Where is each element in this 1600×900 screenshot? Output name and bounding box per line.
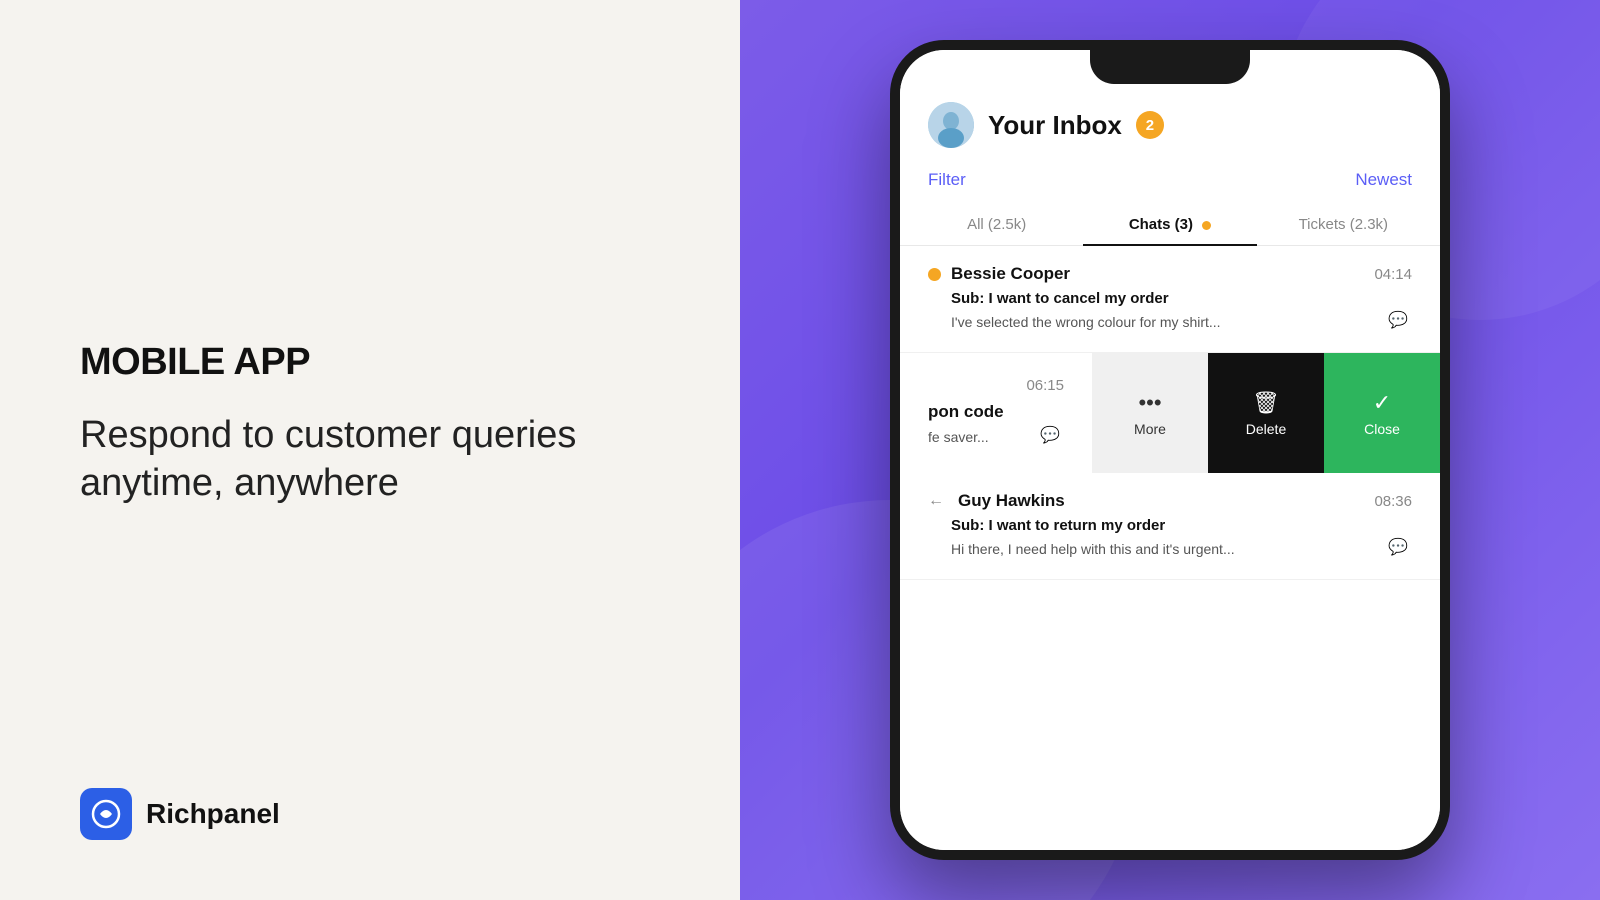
conv-time-2: 08:36 bbox=[1374, 493, 1412, 510]
right-panel: Your Inbox 2 Filter Newest All (2.5k) Ch… bbox=[740, 0, 1600, 900]
filter-button[interactable]: Filter bbox=[928, 170, 966, 190]
conv-sender: Bessie Cooper bbox=[928, 264, 1070, 284]
delete-label: Delete bbox=[1246, 421, 1286, 437]
phone-mockup: Your Inbox 2 Filter Newest All (2.5k) Ch… bbox=[890, 40, 1450, 860]
brand-area: Richpanel bbox=[80, 788, 660, 840]
swipe-time: 06:15 bbox=[928, 377, 1064, 394]
newest-button[interactable]: Newest bbox=[1355, 170, 1412, 190]
tab-tickets[interactable]: Tickets (2.3k) bbox=[1257, 204, 1430, 245]
tabs-bar: All (2.5k) Chats (3) Tickets (2.3k) bbox=[900, 204, 1440, 246]
richpanel-logo-icon bbox=[90, 798, 122, 830]
phone-content: Your Inbox 2 Filter Newest All (2.5k) Ch… bbox=[900, 50, 1440, 850]
left-panel: MOBILE APP Respond to customer queries a… bbox=[0, 0, 740, 900]
swipe-main-content[interactable]: 06:15 pon code fe saver... 💬 bbox=[900, 353, 1092, 473]
section-label: MOBILE APP bbox=[80, 341, 660, 384]
brand-logo bbox=[80, 788, 132, 840]
swipe-row: 06:15 pon code fe saver... 💬 ••• More 🗑 bbox=[900, 353, 1440, 473]
conv-header-2: ← Guy Hawkins 08:36 bbox=[928, 491, 1412, 511]
left-content: MOBILE APP Respond to customer queries a… bbox=[80, 60, 660, 788]
swipe-preview: fe saver... bbox=[928, 429, 989, 445]
close-label: Close bbox=[1364, 421, 1400, 437]
filter-row: Filter Newest bbox=[900, 164, 1440, 204]
sender-name: Bessie Cooper bbox=[951, 264, 1070, 284]
action-delete-button[interactable]: 🗑 Delete bbox=[1208, 353, 1324, 473]
tagline: Respond to customer queries anytime, any… bbox=[80, 412, 660, 507]
swipe-subject: pon code bbox=[928, 402, 1064, 422]
tagline-line2: anytime, anywhere bbox=[80, 462, 399, 504]
tagline-line1: Respond to customer queries bbox=[80, 414, 576, 456]
conv-time: 04:14 bbox=[1374, 266, 1412, 283]
avatar bbox=[928, 102, 974, 148]
inbox-title: Your Inbox bbox=[988, 110, 1122, 141]
sender-name-2: Guy Hawkins bbox=[958, 491, 1065, 511]
phone-wrapper: Your Inbox 2 Filter Newest All (2.5k) Ch… bbox=[890, 40, 1450, 860]
trash-icon: 🗑 bbox=[1252, 390, 1280, 416]
swipe-chat-icon: 💬 bbox=[1040, 425, 1064, 449]
conv-subject: Sub: I want to cancel my order bbox=[928, 290, 1412, 307]
conv-preview: I've selected the wrong colour for my sh… bbox=[928, 310, 1412, 334]
more-dots-icon: ••• bbox=[1138, 390, 1161, 416]
brand-name: Richpanel bbox=[146, 798, 280, 830]
chat-icon: 💬 bbox=[1388, 310, 1412, 334]
conv-header: Bessie Cooper 04:14 bbox=[928, 264, 1412, 284]
phone-notch bbox=[1090, 50, 1250, 84]
conv-preview-text: I've selected the wrong colour for my sh… bbox=[928, 314, 1221, 330]
inbox-badge: 2 bbox=[1136, 111, 1164, 139]
online-indicator bbox=[928, 268, 941, 281]
conv-subject-2: Sub: I want to return my order bbox=[928, 517, 1412, 534]
tab-chats[interactable]: Chats (3) bbox=[1083, 204, 1256, 245]
conv-preview-2: Hi there, I need help with this and it's… bbox=[928, 537, 1412, 561]
chat-icon-2: 💬 bbox=[1388, 537, 1412, 561]
tab-all[interactable]: All (2.5k) bbox=[910, 204, 1083, 245]
conv-sender-2: ← Guy Hawkins bbox=[928, 491, 1065, 511]
action-more-button[interactable]: ••• More bbox=[1092, 353, 1208, 473]
tab-dot bbox=[1202, 221, 1211, 230]
reply-icon: ← bbox=[928, 492, 944, 510]
conversation-item-guy[interactable]: ← Guy Hawkins 08:36 Sub: I want to retur… bbox=[900, 473, 1440, 580]
conv-preview-text-2: Hi there, I need help with this and it's… bbox=[928, 541, 1235, 557]
action-close-button[interactable]: ✓ Close bbox=[1324, 353, 1440, 473]
swipe-preview-row: fe saver... 💬 bbox=[928, 425, 1064, 449]
check-circle-icon: ✓ bbox=[1373, 390, 1391, 416]
conversation-item-bessie[interactable]: Bessie Cooper 04:14 Sub: I want to cance… bbox=[900, 246, 1440, 353]
more-label: More bbox=[1134, 421, 1166, 437]
